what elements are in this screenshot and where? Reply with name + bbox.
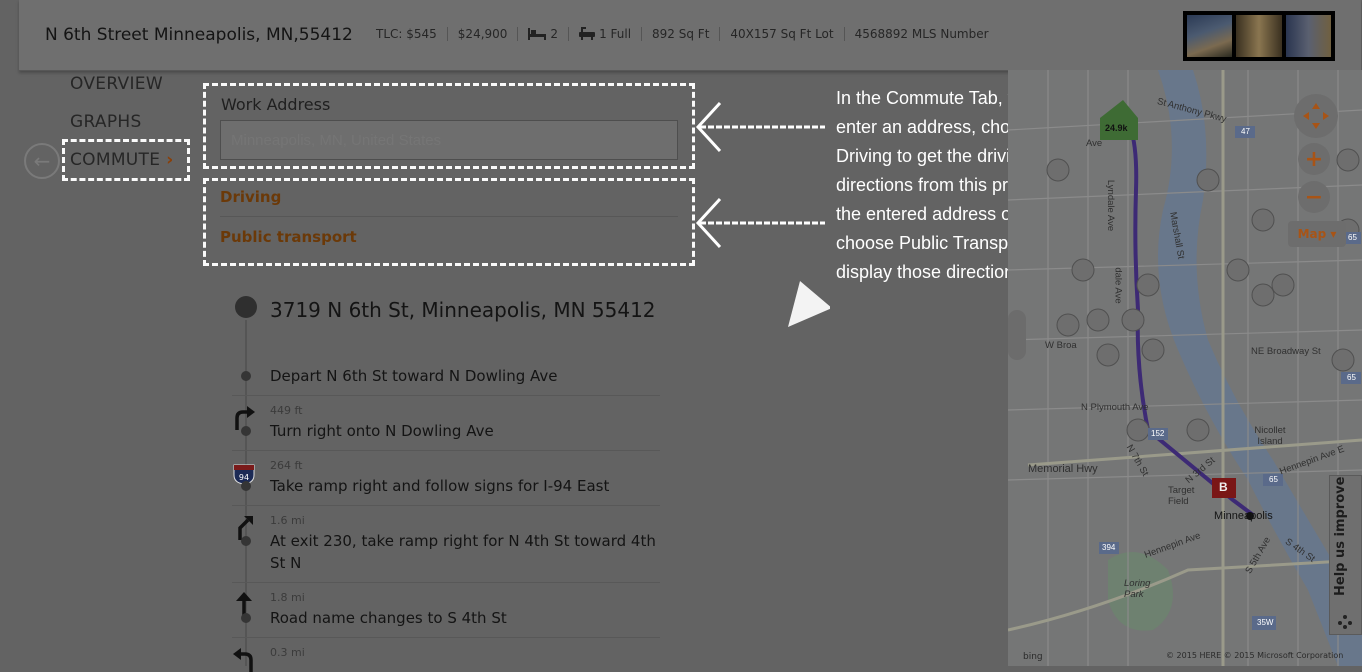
- step-divider: [232, 395, 660, 396]
- step-text: Road name changes to S 4th St: [270, 609, 507, 627]
- step-divider: [232, 637, 660, 638]
- step-divider: [232, 582, 660, 583]
- route-shield: 65: [1347, 373, 1356, 382]
- map-panel[interactable]: St Anthony Pkwy Ave NE Broadway St W Bro…: [1008, 70, 1362, 666]
- map-type-select[interactable]: Map ▾: [1288, 221, 1346, 247]
- step-distance: 449 ft: [270, 404, 303, 417]
- map-label: W Broa: [1045, 340, 1077, 351]
- map-label: Target Field: [1168, 485, 1195, 507]
- fact-mls: 4568892 MLS Number: [843, 27, 999, 41]
- cursor-arrow-icon: [788, 281, 830, 327]
- map-credits: © 2015 HERE © 2015 Microsoft Corporation: [1166, 651, 1344, 660]
- step-distance: 1.8 mi: [270, 591, 305, 604]
- feedback-dots-icon: [1338, 614, 1352, 629]
- route-shield: 47: [1241, 127, 1250, 136]
- map-label: Lyndale Ave: [1105, 179, 1117, 232]
- listing-address: N 6th Street Minneapolis, MN,55412: [45, 25, 353, 45]
- direction-step[interactable]: 1.8 mi Road name changes to S 4th St: [232, 587, 660, 637]
- direction-step[interactable]: 1.6 mi At exit 230, take ramp right for …: [232, 510, 660, 582]
- map-label: Ave: [1086, 138, 1103, 149]
- arrow-to-mode-options-icon: [695, 197, 825, 249]
- tab-overview[interactable]: OVERVIEW: [70, 74, 163, 94]
- map-label: dale Ave: [1112, 267, 1124, 304]
- route-shield: 65: [1269, 475, 1278, 484]
- listing-header: N 6th Street Minneapolis, MN,55412 TLC: …: [19, 0, 1361, 71]
- step-dot-icon: [241, 371, 251, 381]
- step-distance: 1.6 mi: [270, 514, 305, 527]
- photo-thumb-interior-1[interactable]: [1236, 15, 1282, 57]
- route-shield: 394: [1102, 543, 1116, 552]
- zoom-out-button[interactable]: −: [1298, 181, 1330, 213]
- step-text: Turn right onto N Dowling Ave: [270, 422, 494, 440]
- fact-price: $24,900: [446, 27, 518, 41]
- direction-step[interactable]: Depart N 6th St toward N Dowling Ave: [232, 360, 660, 396]
- map-label: NE Broadway St: [1251, 346, 1321, 357]
- map-label: N Plymouth Ave: [1081, 402, 1149, 413]
- photo-thumb-exterior[interactable]: [1187, 15, 1233, 57]
- photo-thumbnails: [1183, 11, 1335, 61]
- direction-step[interactable]: 0.3 mi: [232, 642, 660, 672]
- destination-marker[interactable]: B: [1219, 480, 1228, 494]
- fact-lot: 40X157 Sq Ft Lot: [719, 27, 843, 41]
- panel-resize-handle[interactable]: [1008, 310, 1026, 360]
- tab-graphs[interactable]: GRAPHS: [70, 112, 142, 132]
- arrow-to-work-address-icon: [695, 101, 825, 153]
- zoom-in-button[interactable]: +: [1298, 143, 1330, 175]
- callout-arrows: [695, 101, 830, 327]
- step-divider: [232, 505, 660, 506]
- step-dot-icon: [241, 536, 251, 546]
- bed-icon: [528, 28, 547, 40]
- step-text: Take ramp right and follow signs for I-9…: [270, 477, 610, 495]
- map-label: Minneapolis: [1214, 510, 1273, 522]
- map-label: Memorial Hwy: [1028, 463, 1098, 475]
- route-shield: 65: [1348, 233, 1357, 242]
- map-label: Loring Park: [1124, 578, 1151, 600]
- start-point-icon: [235, 296, 257, 318]
- turn-left-icon: [233, 648, 253, 672]
- bathtub-icon: [579, 27, 596, 40]
- fact-tlc: TLC: $545: [376, 27, 437, 41]
- step-text: At exit 230, take ramp right for N 4th S…: [270, 532, 656, 572]
- beds-count: 2: [550, 27, 559, 41]
- step-distance: 0.3 mi: [270, 646, 305, 659]
- map-label: Nicollet Island: [1254, 425, 1286, 447]
- start-address: 3719 N 6th St, Minneapolis, MN 55412: [270, 298, 656, 322]
- route-shield: 152: [1151, 429, 1165, 438]
- back-button[interactable]: ←: [24, 143, 60, 179]
- step-text: Depart N 6th St toward N Dowling Ave: [270, 367, 558, 385]
- step-distance: 264 ft: [270, 459, 303, 472]
- feedback-label: Help us improve: [1333, 476, 1348, 596]
- baths-count: 1 Full: [599, 27, 632, 41]
- fact-sqft: 892 Sq Ft: [641, 27, 719, 41]
- step-dot-icon: [241, 613, 251, 623]
- step-dot-icon: [241, 426, 251, 436]
- commute-highlight: [62, 139, 190, 181]
- work-address-highlight: [203, 83, 695, 169]
- fact-baths: 1 Full: [568, 27, 641, 41]
- listing-facts: TLC: $545 $24,900 2 1 Full 892 Sq Ft 40X…: [376, 27, 999, 41]
- direction-step[interactable]: 449 ft Turn right onto N Dowling Ave: [232, 400, 660, 450]
- step-divider: [232, 450, 660, 451]
- mode-highlight: [203, 178, 695, 266]
- price-marker[interactable]: 24.9k: [1105, 123, 1128, 133]
- step-dot-icon: [241, 481, 251, 491]
- fact-beds: 2: [517, 27, 568, 41]
- compass-icon: [1303, 103, 1329, 129]
- photo-thumb-interior-2[interactable]: [1285, 15, 1331, 57]
- direction-step[interactable]: 94 264 ft Take ramp right and follow sig…: [232, 455, 660, 505]
- map-pan-control[interactable]: [1294, 94, 1338, 138]
- bing-logo: bing: [1023, 652, 1043, 662]
- route-shield: 35W: [1257, 618, 1274, 627]
